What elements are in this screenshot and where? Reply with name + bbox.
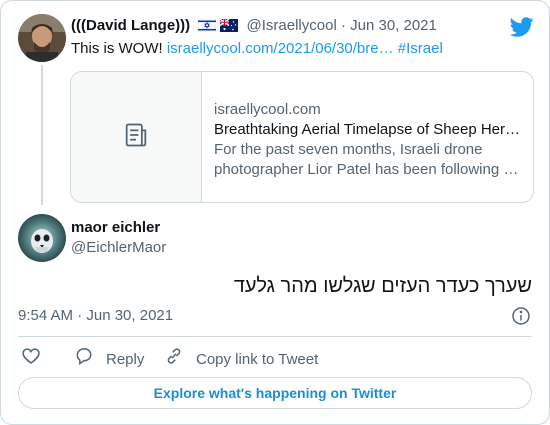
comment-icon	[74, 346, 106, 373]
avatar[interactable]	[18, 14, 66, 62]
tweet-timestamp[interactable]: 9:54 AM · Jun 30, 2021	[18, 306, 173, 326]
handle[interactable]: @Israellycool	[247, 17, 337, 34]
separator: ·	[340, 17, 346, 34]
document-icon	[122, 121, 150, 154]
link-preview-title: Breathtaking Aerial Timelapse of Sheep H…	[214, 121, 520, 138]
tweet-url-link[interactable]: israellycool.com/2021/06/30/bre…	[167, 40, 394, 57]
hashtag-link[interactable]: #Israel	[398, 40, 443, 57]
link-preview-body: israellycool.com Breathtaking Aerial Tim…	[214, 100, 524, 180]
parent-tweet-header: (((David Lange))) @Israellycool · Jun 30…	[71, 16, 437, 38]
link-preview-card[interactable]: israellycool.com Breathtaking Aerial Tim…	[70, 71, 534, 203]
thread-connector-line	[41, 65, 43, 205]
link-preview-domain: israellycool.com	[214, 101, 321, 118]
reply-label: Reply	[106, 350, 145, 368]
israel-flag-icon	[198, 18, 217, 38]
copy-link-label: Copy link to Tweet	[196, 350, 319, 368]
reply-display-name[interactable]: maor eichler	[71, 218, 160, 238]
tweet-date[interactable]: Jun 30, 2021	[350, 17, 437, 34]
like-button[interactable]	[21, 346, 53, 373]
reply-avatar[interactable]	[18, 214, 66, 262]
divider	[18, 336, 532, 337]
copy-link-button[interactable]: Copy link to Tweet	[164, 346, 318, 373]
display-name[interactable]: (((David Lange)))	[71, 17, 190, 34]
reply-button[interactable]: Reply	[74, 346, 144, 373]
embedded-tweet-card: (((David Lange))) @Israellycool · Jun 30…	[0, 0, 550, 425]
info-icon[interactable]	[511, 306, 531, 331]
parent-tweet-text: This is WOW! israellycool.com/2021/06/30…	[71, 39, 443, 59]
australia-flag-icon	[219, 18, 239, 38]
tweet-text-prefix: This is WOW!	[71, 40, 167, 57]
reply-handle[interactable]: @EichlerMaor	[71, 238, 166, 258]
explore-twitter-button[interactable]: Explore what's happening on Twitter	[18, 377, 532, 409]
reply-tweet-text: שערך כעדר העזים שגלשו מהר גלעד	[233, 275, 532, 297]
link-preview-thumbnail	[71, 72, 202, 202]
link-icon	[164, 346, 196, 373]
link-preview-description: For the past seven months, Israeli drone…	[214, 141, 519, 178]
heart-icon	[21, 346, 53, 373]
twitter-bird-icon[interactable]	[509, 15, 534, 44]
